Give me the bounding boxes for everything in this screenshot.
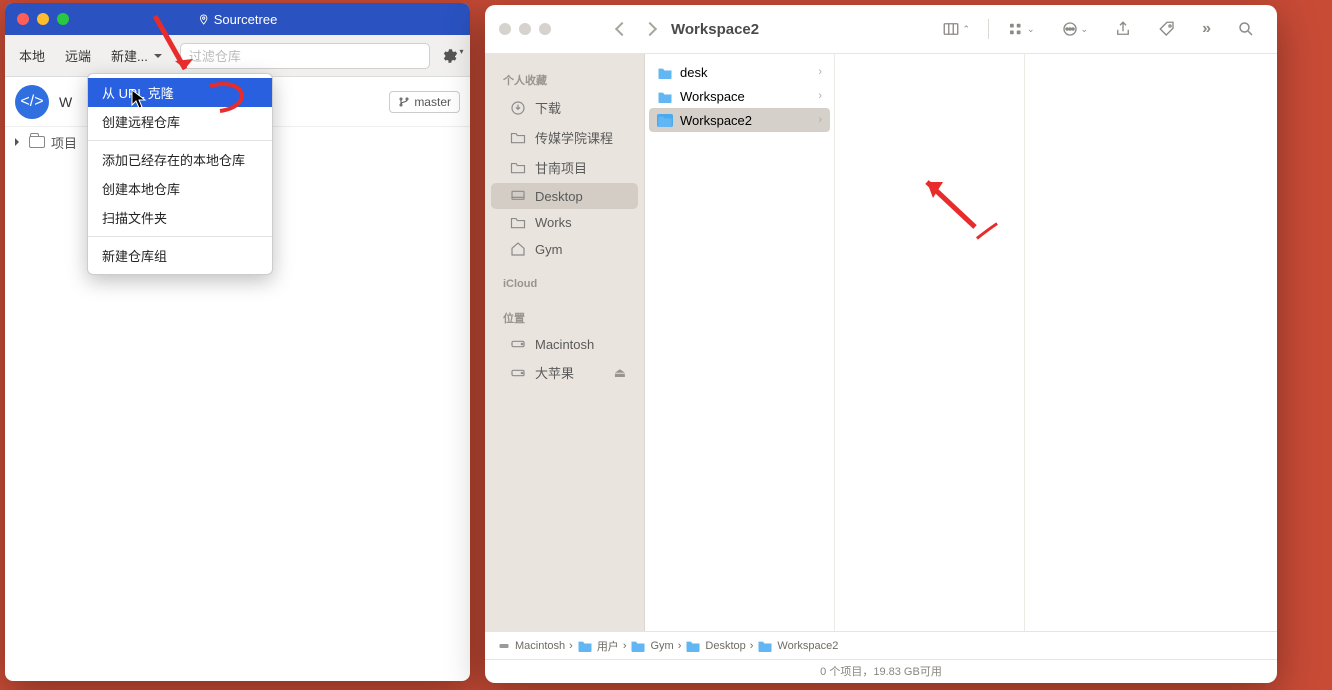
sidebar-item-desktop[interactable]: Desktop xyxy=(491,183,638,209)
desktop-icon xyxy=(509,188,527,204)
dropdown-separator xyxy=(88,236,272,237)
sidebar-head-fav: 个人收藏 xyxy=(485,68,644,92)
sidebar-item-works[interactable]: Works xyxy=(491,210,638,235)
folder-icon xyxy=(509,161,527,174)
col-item-desk[interactable]: desk › xyxy=(649,60,830,84)
dropdown-create-remote[interactable]: 创建远程仓库 xyxy=(88,107,272,136)
dropdown-create-local[interactable]: 创建本地仓库 xyxy=(88,174,272,203)
finder-nav xyxy=(617,24,655,34)
zoom-dot[interactable] xyxy=(57,13,69,25)
filter-input[interactable]: 过滤仓库 xyxy=(180,43,430,69)
chevron-right-icon: › xyxy=(818,90,822,102)
close-dot[interactable] xyxy=(499,23,511,35)
finder-column-3 xyxy=(1025,54,1277,631)
group-icon[interactable]: ⌄ xyxy=(999,20,1043,38)
path-workspace2[interactable]: Workspace2 xyxy=(757,639,838,652)
folder-icon xyxy=(509,216,527,229)
finder-columns: desk › Workspace › Workspace2 › xyxy=(645,54,1277,631)
home-icon xyxy=(509,241,527,257)
path-users[interactable]: 用户 xyxy=(577,638,619,654)
sourcetree-titlebar: Sourcetree xyxy=(5,3,470,35)
col-item-workspace[interactable]: Workspace › xyxy=(649,84,830,108)
finder-window: Workspace2 ⌃ ⌄ ⌄ » 个人收藏 xyxy=(485,5,1277,683)
finder-traffic-lights xyxy=(499,23,607,35)
finder-toolbar: Workspace2 ⌃ ⌄ ⌄ » xyxy=(485,5,1277,53)
sourcetree-title: Sourcetree xyxy=(198,12,278,27)
disk-icon xyxy=(509,336,527,352)
sidebar-item-media[interactable]: 传媒学院课程 xyxy=(491,123,638,152)
sourcetree-window: Sourcetree 本地 远端 新建... 过滤仓库 ▾ </> W mast… xyxy=(5,3,470,681)
column-view-icon[interactable]: ⌃ xyxy=(934,20,978,38)
folder-icon xyxy=(509,131,527,144)
sidebar-item-macintosh[interactable]: Macintosh xyxy=(491,331,638,357)
sidebar-head-loc: 位置 xyxy=(485,306,644,330)
sidebar-item-bigapple[interactable]: 大苹果 ⏏ xyxy=(491,358,638,387)
share-icon[interactable] xyxy=(1106,20,1140,38)
finder-pathbar: Macintosh › 用户 › Gym › Desktop › Workspa… xyxy=(485,631,1277,659)
branch-button[interactable]: master xyxy=(389,91,460,113)
path-gym[interactable]: Gym xyxy=(630,639,673,652)
finder-sidebar: 个人收藏 下载 传媒学院课程 甘南项目 Desktop Works xyxy=(485,54,645,631)
more-icon[interactable]: » xyxy=(1194,20,1219,38)
action-icon[interactable]: ⌄ xyxy=(1053,20,1097,38)
sidebar-item-gannan[interactable]: 甘南项目 xyxy=(491,153,638,182)
chevron-right-icon: › xyxy=(818,114,822,126)
tag-icon[interactable] xyxy=(1150,20,1184,38)
finder-column-1: desk › Workspace › Workspace2 › xyxy=(645,54,835,631)
sidebar-item-downloads[interactable]: 下载 xyxy=(491,93,638,122)
chevron-right-icon: › xyxy=(818,66,822,78)
forward-icon[interactable] xyxy=(643,22,657,36)
sidebar-head-icloud: iCloud xyxy=(485,274,644,294)
triangle-icon xyxy=(15,138,23,146)
download-icon xyxy=(509,100,527,116)
finder-body: 个人收藏 下载 传媒学院课程 甘南项目 Desktop Works xyxy=(485,53,1277,631)
search-icon[interactable] xyxy=(1229,20,1263,38)
tab-remote[interactable]: 远端 xyxy=(57,42,99,69)
tab-new[interactable]: 新建... xyxy=(103,42,170,69)
gear-icon[interactable]: ▾ xyxy=(440,47,464,65)
sourcetree-toolbar: 本地 远端 新建... 过滤仓库 ▾ xyxy=(5,35,470,77)
dropdown-clone-url[interactable]: 从 URL 克隆 xyxy=(88,78,272,107)
back-icon[interactable] xyxy=(615,22,629,36)
new-dropdown: 从 URL 克隆 创建远程仓库 添加已经存在的本地仓库 创建本地仓库 扫描文件夹… xyxy=(87,73,273,275)
finder-title: Workspace2 xyxy=(671,21,759,38)
branch-icon xyxy=(398,96,410,108)
col-item-workspace2[interactable]: Workspace2 › xyxy=(649,108,830,132)
close-dot[interactable] xyxy=(17,13,29,25)
finder-column-2 xyxy=(835,54,1025,631)
traffic-lights xyxy=(5,13,69,25)
tab-local[interactable]: 本地 xyxy=(11,42,53,69)
zoom-dot[interactable] xyxy=(539,23,551,35)
finder-status: 0 个项目，19.83 GB可用 xyxy=(485,659,1277,683)
pin-icon xyxy=(198,14,209,25)
dropdown-new-group[interactable]: 新建仓库组 xyxy=(88,241,272,270)
dropdown-separator xyxy=(88,140,272,141)
path-disk[interactable]: Macintosh xyxy=(497,640,565,652)
path-desktop[interactable]: Desktop xyxy=(685,639,745,652)
repo-icon: </> xyxy=(15,85,49,119)
minimize-dot[interactable] xyxy=(519,23,531,35)
folder-icon xyxy=(29,136,45,148)
eject-icon[interactable]: ⏏ xyxy=(614,365,626,381)
dropdown-scan-folder[interactable]: 扫描文件夹 xyxy=(88,203,272,232)
sidebar-item-gym[interactable]: Gym xyxy=(491,236,638,262)
dropdown-add-existing[interactable]: 添加已经存在的本地仓库 xyxy=(88,145,272,174)
minimize-dot[interactable] xyxy=(37,13,49,25)
disk-icon xyxy=(509,365,527,381)
